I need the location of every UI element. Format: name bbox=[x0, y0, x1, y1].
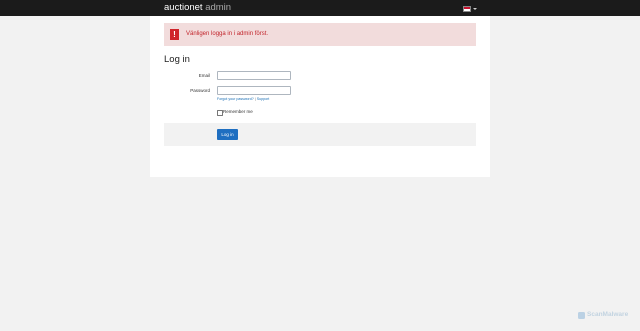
brand-name: auctionet bbox=[164, 2, 203, 13]
form-actions: Log in bbox=[164, 123, 476, 146]
link-separator: | bbox=[254, 97, 256, 101]
alert-message: Vänligen logga in i admin först. bbox=[186, 31, 269, 37]
remember-me-label[interactable]: Remember me bbox=[223, 109, 253, 115]
language-switcher[interactable] bbox=[463, 5, 477, 12]
watermark-text: ScanMalware bbox=[587, 311, 629, 318]
flag-icon bbox=[463, 5, 471, 12]
support-link[interactable]: Support bbox=[257, 97, 270, 101]
error-alert: ! Vänligen logga in i admin först. bbox=[164, 23, 476, 46]
exclamation-icon: ! bbox=[170, 29, 179, 40]
email-label: Email bbox=[198, 73, 210, 78]
login-card: ! Vänligen logga in i admin först. Log i… bbox=[150, 16, 490, 177]
brand-subtitle: admin bbox=[205, 2, 232, 13]
login-button[interactable]: Log in bbox=[217, 129, 238, 140]
chevron-down-icon bbox=[473, 7, 477, 10]
help-links: Forgot your password? | Support bbox=[217, 97, 269, 102]
watermark: ScanMalware bbox=[578, 311, 628, 319]
top-navbar: auctionet admin bbox=[0, 0, 640, 16]
page-title: Log in bbox=[164, 54, 190, 65]
email-field[interactable] bbox=[217, 71, 291, 80]
password-label: Password bbox=[190, 88, 210, 93]
password-field[interactable] bbox=[217, 86, 291, 95]
scan-logo-icon bbox=[578, 311, 585, 319]
brand-logo[interactable]: auctionet admin bbox=[164, 2, 231, 14]
forgot-password-link[interactable]: Forgot your password? bbox=[217, 97, 254, 101]
